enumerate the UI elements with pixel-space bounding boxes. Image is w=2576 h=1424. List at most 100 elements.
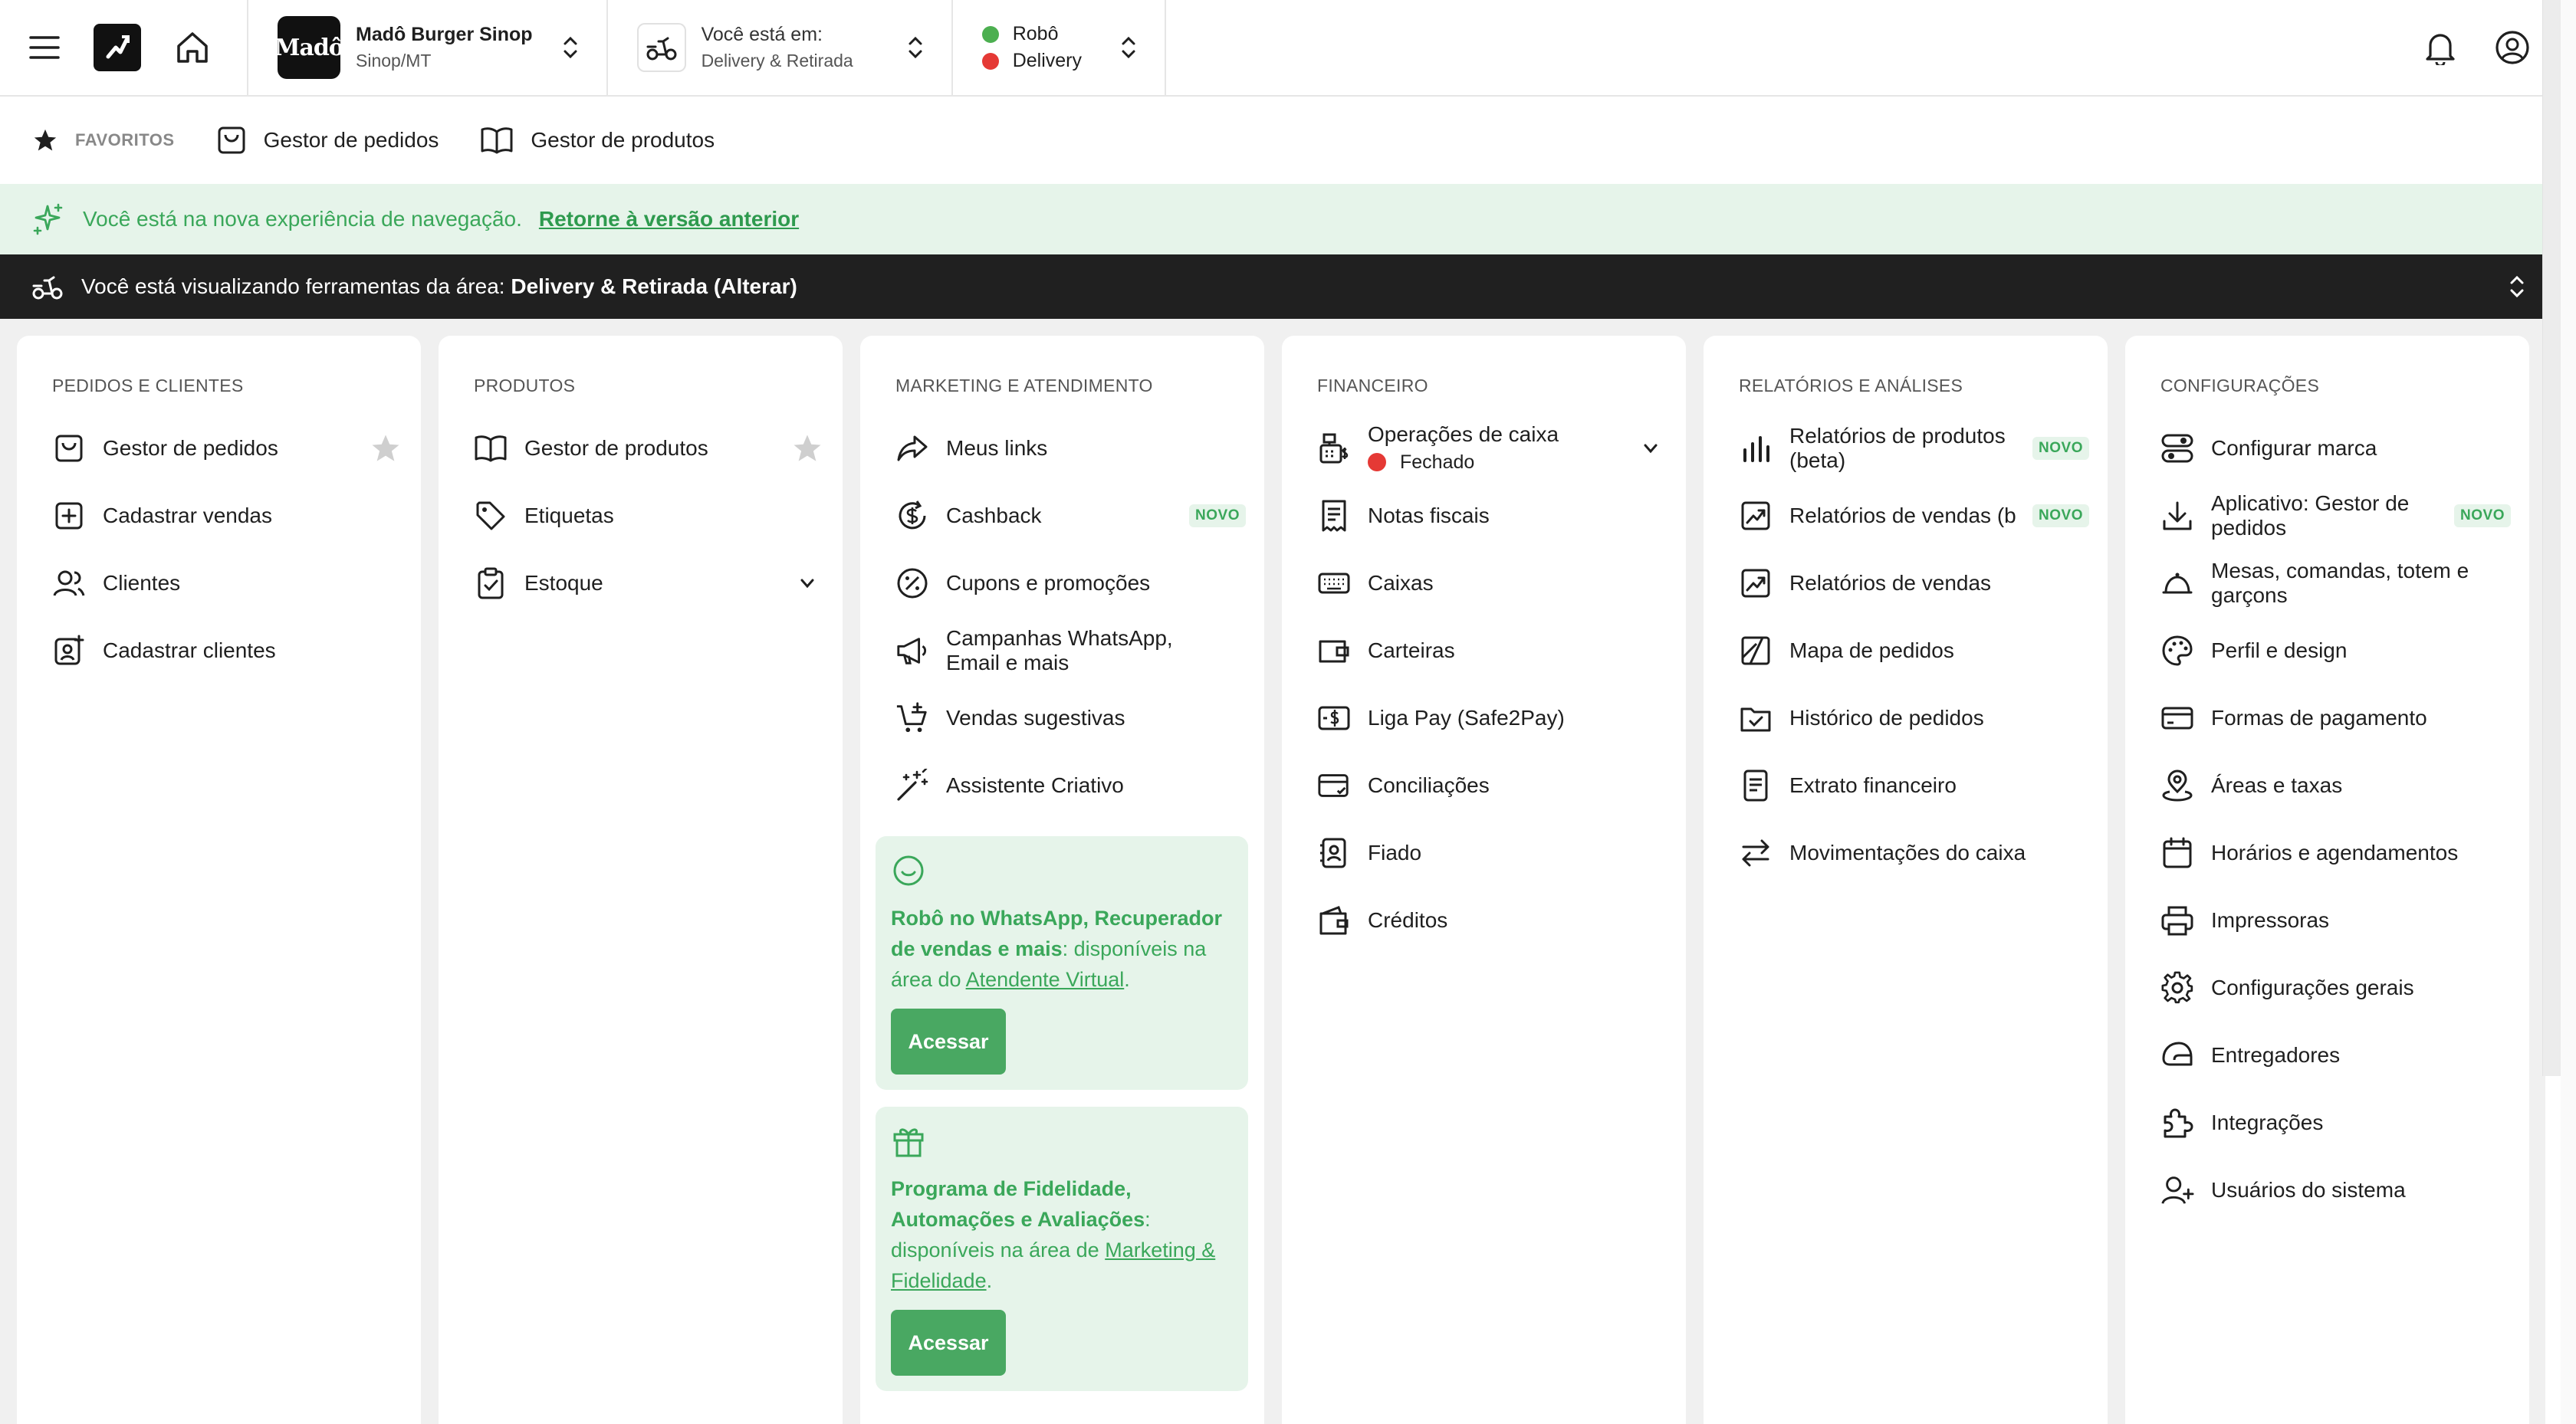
- chevron-down-icon[interactable]: [1634, 438, 1668, 458]
- home-icon[interactable]: [175, 30, 210, 65]
- menu-item-usuarios-sistema[interactable]: Usuários do sistema: [2160, 1157, 2511, 1224]
- menu-item-areas-taxas[interactable]: Áreas e taxas: [2160, 752, 2511, 819]
- menu-item-notas-fiscais[interactable]: Notas fiscais: [1317, 482, 1668, 550]
- menu-item-gestor-pedidos[interactable]: Gestor de pedidos: [52, 415, 402, 482]
- robot-status-label: Robô: [1012, 23, 1059, 44]
- menu-item-mapa-pedidos[interactable]: Mapa de pedidos: [1739, 617, 2089, 684]
- menu-item-cupons[interactable]: Cupons e promoções: [895, 550, 1246, 617]
- menu-item-conciliacoes[interactable]: Conciliações: [1317, 752, 1668, 819]
- menu-item-meus-links[interactable]: Meus links: [895, 415, 1246, 482]
- favorite-gestor-pedidos[interactable]: Gestor de pedidos: [216, 125, 439, 156]
- delivery-status-dot: [981, 52, 999, 70]
- download-icon: [2160, 500, 2194, 532]
- menu-item-assistente-criativo[interactable]: Assistente Criativo: [895, 752, 1246, 819]
- menu-item-configuracoes-gerais[interactable]: Configurações gerais: [2160, 954, 2511, 1022]
- bag-icon: [216, 125, 247, 156]
- menu-item-aplicativo[interactable]: Aplicativo: Gestor de pedidos NOVO: [2160, 482, 2511, 550]
- new-badge: NOVO: [2032, 504, 2089, 527]
- menu-item-extrato-financeiro[interactable]: Extrato financeiro: [1739, 752, 2089, 819]
- menu-item-carteiras[interactable]: Carteiras: [1317, 617, 1668, 684]
- menu-item-label: Relatórios de vendas (beta): [1789, 504, 2016, 527]
- menu-item-gestor-produtos[interactable]: Gestor de produtos: [474, 415, 824, 482]
- menu-item-label: Cadastrar clientes: [103, 638, 276, 662]
- menu-item-label: Vendas sugestivas: [946, 706, 1125, 730]
- menu-item-label: Gestor de produtos: [524, 436, 708, 460]
- area-selector[interactable]: Você está em: Delivery & Retirada: [606, 0, 951, 95]
- menu-item-historico-pedidos[interactable]: Histórico de pedidos: [1739, 684, 2089, 752]
- menu-item-label: Clientes: [103, 571, 181, 595]
- favorite-gestor-produtos[interactable]: Gestor de produtos: [480, 126, 715, 155]
- menu-item-label: Mesas, comandas, totem e garçons: [2211, 559, 2469, 607]
- palette-icon: [2160, 634, 2194, 668]
- menu-item-horarios[interactable]: Horários e agendamentos: [2160, 819, 2511, 887]
- menu-item-formas-pagamento[interactable]: Formas de pagamento: [2160, 684, 2511, 752]
- favorites-bar: FAVORITOS Gestor de pedidos Gestor de pr…: [0, 97, 2561, 184]
- menu-item-label: Formas de pagamento: [2211, 706, 2427, 730]
- notice-link[interactable]: Retorne à versão anterior: [539, 207, 799, 231]
- app-root: Madô Madô Burger Sinop Sinop/MT Você est…: [0, 0, 2576, 1424]
- menu-item-operacoes-caixa[interactable]: Operações de caixa Fechado: [1317, 415, 1668, 482]
- chevron-up-down-icon: [562, 34, 579, 61]
- menu-item-impressoras[interactable]: Impressoras: [2160, 887, 2511, 954]
- account-icon[interactable]: [2495, 30, 2530, 65]
- menu-item-cadastrar-clientes[interactable]: Cadastrar clientes: [52, 617, 402, 684]
- menu-icon[interactable]: [29, 35, 60, 60]
- menu-item-label: Etiquetas: [524, 504, 614, 527]
- brand-logo[interactable]: [94, 24, 141, 71]
- whatsapp-icon: [891, 853, 926, 888]
- menu-item-campanhas[interactable]: Campanhas WhatsApp, Email e mais: [895, 617, 1246, 684]
- menu-item-perfil-design[interactable]: Perfil e design: [2160, 617, 2511, 684]
- menu-item-label: Carteiras: [1368, 638, 1455, 662]
- new-badge: NOVO: [2454, 504, 2511, 527]
- store-selector[interactable]: Madô Madô Burger Sinop Sinop/MT: [247, 0, 606, 95]
- menu-item-label: Entregadores: [2211, 1043, 2341, 1067]
- status-selector[interactable]: Robô Delivery: [951, 0, 1166, 95]
- menu-item-clientes[interactable]: Clientes: [52, 550, 402, 617]
- chevron-down-icon[interactable]: [790, 573, 824, 593]
- menu-item-configurar-marca[interactable]: Configurar marca: [2160, 415, 2511, 482]
- column-configuracoes: CONFIGURAÇÕES Configurar marca Aplicativ…: [2125, 336, 2529, 1424]
- menu-item-movimentacoes-caixa[interactable]: Movimentações do caixa: [1739, 819, 2089, 887]
- caixa-status: Fechado: [1400, 451, 1475, 473]
- menu-item-vendas-sugestivas[interactable]: Vendas sugestivas: [895, 684, 1246, 752]
- menu-item-estoque[interactable]: Estoque: [474, 550, 824, 617]
- menu-item-mesas-comandas[interactable]: Mesas, comandas, totem e garçons: [2160, 550, 2511, 617]
- chevron-up-down-icon: [2509, 274, 2525, 300]
- star-icon[interactable]: [369, 432, 402, 464]
- whatsapp-robot-card: Robô no WhatsApp, Recuperador de vendas …: [876, 836, 1248, 1090]
- menu-item-relatorios-vendas[interactable]: Relatórios de vendas: [1739, 550, 2089, 617]
- menu-item-relatorios-produtos-beta[interactable]: Relatórios de produtos (beta) NOVO: [1739, 415, 2089, 482]
- menu-item-integracoes[interactable]: Integrações: [2160, 1089, 2511, 1157]
- area-bar[interactable]: Você está visualizando ferramentas da ár…: [0, 254, 2545, 319]
- menu-item-fiado[interactable]: Fiado: [1317, 819, 1668, 887]
- menu-item-label: Usuários do sistema: [2211, 1178, 2406, 1202]
- toggles-icon: [2160, 432, 2194, 464]
- card-link[interactable]: Atendente Virtual: [966, 968, 1125, 991]
- user-plus-square-icon: [52, 635, 86, 667]
- scrollbar-track[interactable]: [2561, 0, 2576, 1424]
- credit-card-icon: [2160, 704, 2194, 732]
- menu-item-creditos[interactable]: Créditos: [1317, 887, 1668, 954]
- menu-item-liga-pay[interactable]: Liga Pay (Safe2Pay): [1317, 684, 1668, 752]
- menu-item-label: Cupons e promoções: [946, 571, 1151, 595]
- payment-icon: [1317, 703, 1351, 733]
- menu-item-caixas[interactable]: Caixas: [1317, 550, 1668, 617]
- menu-item-label: Perfil e design: [2211, 638, 2348, 662]
- menu-item-relatorios-vendas-beta[interactable]: Relatórios de vendas (beta) NOVO: [1739, 482, 2089, 550]
- menu-item-entregadores[interactable]: Entregadores: [2160, 1022, 2511, 1089]
- puzzle-icon: [2160, 1106, 2194, 1140]
- access-button[interactable]: Acessar: [891, 1310, 1006, 1376]
- area-bar-value: Delivery & Retirada (Alterar): [511, 274, 797, 298]
- menu-item-label: Movimentações do caixa: [1789, 841, 2026, 865]
- cloche-icon: [2160, 568, 2194, 599]
- bell-icon[interactable]: [2424, 30, 2456, 65]
- scrollbar-thumb[interactable]: [2542, 0, 2561, 1076]
- access-button[interactable]: Acessar: [891, 1009, 1006, 1075]
- star-icon[interactable]: [790, 432, 824, 464]
- menu-item-cadastrar-vendas[interactable]: Cadastrar vendas: [52, 482, 402, 550]
- menu-item-cashback[interactable]: Cashback NOVO: [895, 482, 1246, 550]
- menu-item-etiquetas[interactable]: Etiquetas: [474, 482, 824, 550]
- loyalty-program-card: Programa de Fidelidade, Automações e Ava…: [876, 1107, 1248, 1391]
- cart-plus-icon: [895, 701, 929, 735]
- card-title: Programa de Fidelidade, Automações e Ava…: [891, 1177, 1145, 1231]
